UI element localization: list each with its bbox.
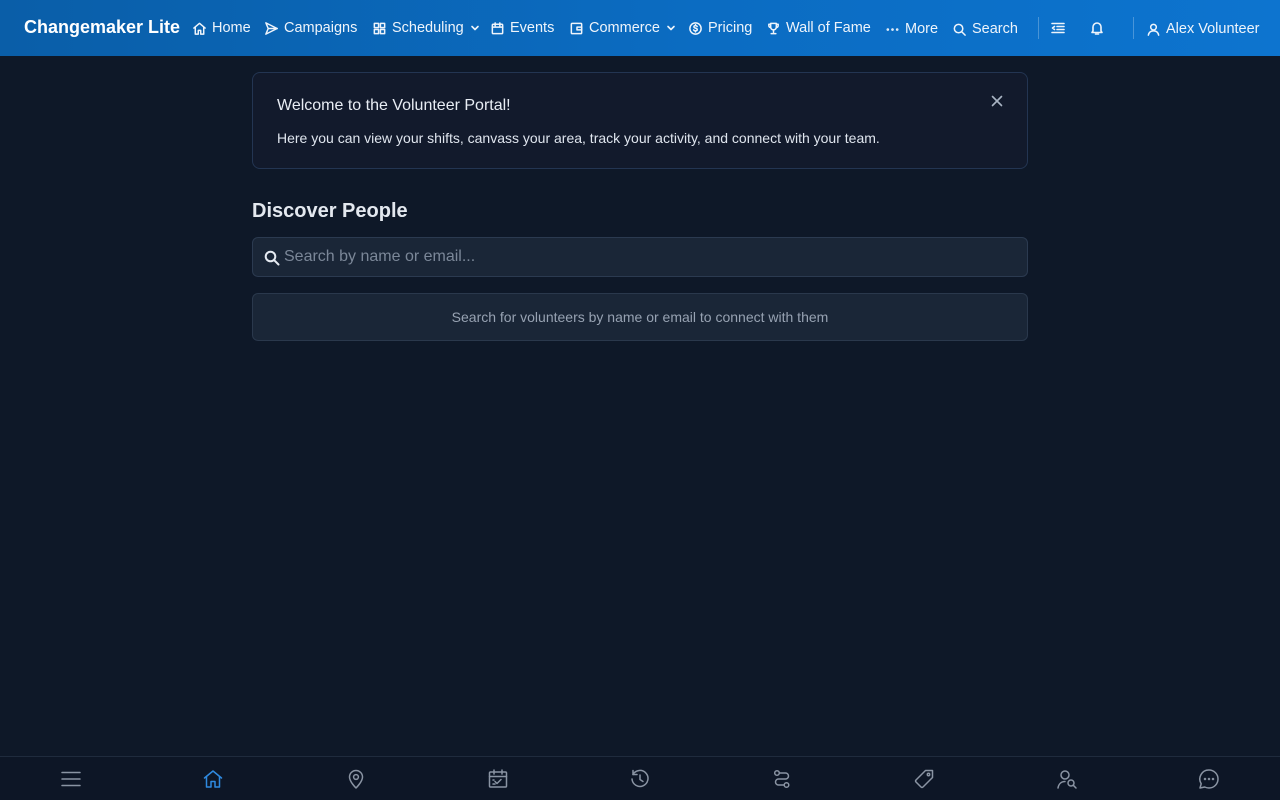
history-icon [631,769,649,788]
send-icon [265,21,278,35]
map-pin-icon [348,769,364,789]
bottom-navigation-bar [0,756,1280,800]
route-icon [773,769,790,789]
welcome-banner-text: Here you can view your shifts, canvass y… [277,130,880,146]
search-empty-state: Search for volunteers by name or email t… [252,293,1028,341]
nav-search-label: Search [972,21,1018,37]
people-search-input[interactable] [284,238,1019,276]
nav-campaigns[interactable]: Campaigns [264,0,357,56]
brand-logo[interactable]: Changemaker Lite [24,17,180,38]
wallet-icon [570,22,583,34]
user-search-icon [1057,770,1077,789]
search-icon [953,23,966,36]
trophy-icon [768,22,779,34]
bottom-nav-routes[interactable] [770,767,794,791]
nav-commerce-label: Commerce [589,20,660,36]
menu-icon [61,771,81,787]
welcome-banner-title: Welcome to the Volunteer Portal! [277,97,511,114]
nav-search[interactable]: Search [952,1,1018,57]
nav-more[interactable]: More [885,1,938,57]
nav-events[interactable]: Events [490,0,554,56]
nav-home[interactable]: Home [192,0,251,56]
bottom-nav-chat[interactable] [1197,767,1221,791]
bottom-nav-menu[interactable] [59,767,83,791]
search-icon [264,250,280,266]
people-search-box[interactable] [252,237,1028,277]
bottom-nav-activity[interactable] [628,767,652,791]
top-navigation-bar: Changemaker Lite Home Campaigns Scheduli… [0,0,1280,56]
chat-icon [1199,769,1219,789]
close-banner-button[interactable] [987,91,1007,111]
section-title: Discover People [252,200,408,222]
nav-scheduling-label: Scheduling [392,20,464,36]
nav-divider [1038,17,1039,39]
chevron-down-icon [667,25,675,31]
bell-icon [1091,22,1103,35]
bottom-nav-people[interactable] [1055,767,1079,791]
user-name: Alex Volunteer [1166,21,1260,37]
nav-home-label: Home [212,20,251,36]
nav-scheduling[interactable]: Scheduling [372,0,480,56]
user-icon [1147,23,1160,36]
notifications-button[interactable] [1086,17,1108,39]
nav-wall-of-fame-label: Wall of Fame [786,20,871,36]
tag-icon [914,769,934,789]
bottom-nav-home[interactable] [201,767,225,791]
collapse-menu-button[interactable] [1047,17,1069,39]
close-icon [991,95,1003,107]
nav-more-label: More [905,21,939,37]
bottom-nav-map[interactable] [344,767,368,791]
nav-commerce[interactable]: Commerce [569,0,676,56]
home-icon [193,22,206,35]
menu-fold-icon [1051,22,1065,34]
nav-events-label: Events [510,20,555,36]
dollar-circle-icon [689,21,702,35]
calendar-icon [491,21,504,34]
calendar-check-icon [488,769,508,788]
nav-pricing-label: Pricing [708,20,753,36]
empty-state-text: Search for volunteers by name or email t… [451,309,829,325]
nav-pricing[interactable]: Pricing [688,0,752,56]
bottom-nav-shifts[interactable] [486,767,510,791]
nav-wall-of-fame[interactable]: Wall of Fame [766,0,871,56]
chevron-down-icon [470,25,479,31]
home-icon [203,770,223,788]
welcome-banner: Welcome to the Volunteer Portal! Here yo… [252,72,1028,169]
nav-divider [1133,17,1134,39]
ellipsis-icon [886,27,899,31]
bottom-nav-tags[interactable] [912,767,936,791]
nav-campaigns-label: Campaigns [284,20,358,36]
user-menu[interactable]: Alex Volunteer [1146,1,1260,57]
grid-icon [373,22,386,34]
